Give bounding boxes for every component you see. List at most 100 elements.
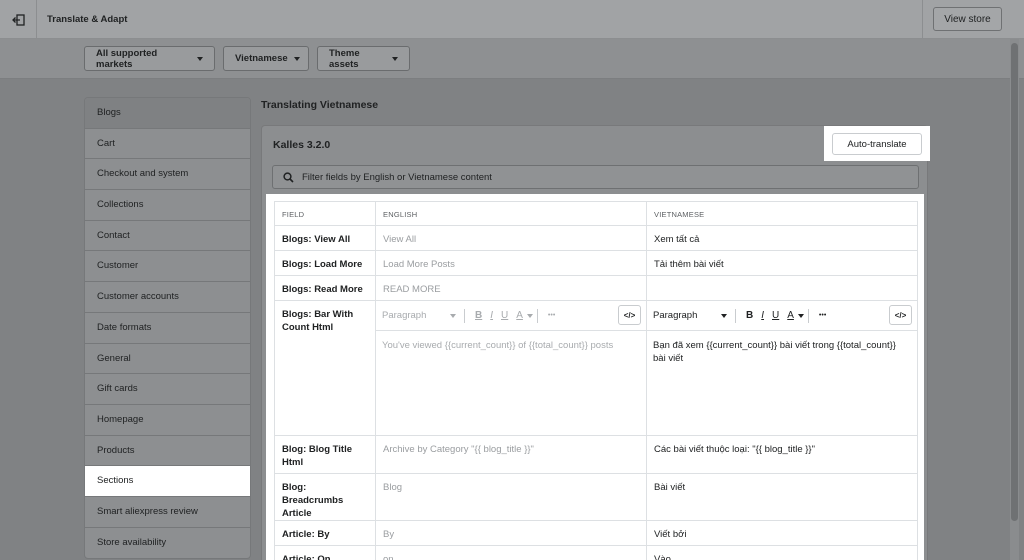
- sidebar-item-store-availability[interactable]: Store availability: [85, 528, 250, 559]
- sidebar-item-sections[interactable]: Sections: [85, 466, 250, 497]
- column-header-english: ENGLISH: [375, 201, 647, 226]
- paragraph-select-label: Paragraph: [653, 310, 698, 321]
- vietnamese-input[interactable]: Xem tất cả: [646, 225, 918, 251]
- caret-down-icon: [197, 56, 203, 61]
- english-value: You've viewed {{current_count}} of {{tot…: [382, 340, 614, 351]
- translation-table-panel: FIELD ENGLISH VIETNAMESE Blogs: View All…: [266, 194, 924, 560]
- sidebar-item-collections[interactable]: Collections: [85, 190, 250, 221]
- english-value: Load More Posts: [375, 250, 647, 276]
- language-dropdown[interactable]: Vietnamese: [223, 46, 309, 71]
- view-store-button[interactable]: View store: [933, 7, 1002, 31]
- app-title: Translate & Adapt: [47, 14, 128, 25]
- caret-down-icon: [293, 56, 300, 61]
- topbar-right-section: View store: [922, 0, 1024, 39]
- caret-down-icon: [450, 313, 456, 318]
- bold-button: B: [475, 310, 483, 321]
- markets-dropdown[interactable]: All supported markets: [84, 46, 215, 71]
- english-value: By: [375, 520, 647, 546]
- italic-button: I: [490, 310, 494, 321]
- table-row: Blogs: Read More READ MORE: [274, 275, 918, 301]
- auto-translate-button[interactable]: Auto-translate: [832, 133, 922, 155]
- underline-button: U: [501, 310, 509, 321]
- translation-table: FIELD ENGLISH VIETNAMESE Blogs: View All…: [274, 201, 918, 560]
- english-value: Archive by Category "{{ blog_title }}": [375, 435, 647, 474]
- scrollbar-thumb[interactable]: [1011, 43, 1018, 521]
- editor-toolbar: Paragraph B I U A ••• </>: [376, 301, 646, 331]
- field-name: Blog: Blog Title Html: [274, 435, 376, 474]
- caret-down-icon: [721, 313, 727, 318]
- resource-sidebar: Blogs Cart Checkout and system Collectio…: [84, 97, 251, 560]
- search-input[interactable]: Filter fields by English or Vietnamese c…: [272, 165, 919, 189]
- code-view-button[interactable]: </>: [889, 305, 912, 325]
- vietnamese-input[interactable]: Bạn đã xem {{current_count}} bài viết tr…: [647, 331, 917, 435]
- caret-down-icon[interactable]: [797, 313, 804, 318]
- toolbar-divider: [735, 308, 736, 323]
- table-row: Blogs: Bar With Count Html Paragraph B I…: [274, 300, 918, 436]
- markets-dropdown-label: All supported markets: [96, 47, 158, 70]
- text-color-button[interactable]: A: [787, 309, 794, 322]
- search-icon: [283, 171, 294, 183]
- sidebar-item-contact[interactable]: Contact: [85, 221, 250, 252]
- filter-bar: All supported markets Vietnamese Theme a…: [0, 39, 1024, 79]
- vietnamese-input[interactable]: Viết bởi: [646, 520, 918, 546]
- table-row: Article: On on Vào: [274, 545, 918, 560]
- sidebar-item-checkout-and-system[interactable]: Checkout and system: [85, 159, 250, 191]
- search-placeholder: Filter fields by English or Vietnamese c…: [302, 171, 492, 183]
- resource-dropdown[interactable]: Theme assets: [317, 46, 410, 71]
- exit-icon: [11, 13, 25, 26]
- auto-translate-highlight: Auto-translate: [824, 126, 930, 161]
- vietnamese-input[interactable]: Bài viết: [646, 473, 918, 521]
- english-rich-text-editor: Paragraph B I U A ••• </> You've viewed …: [375, 300, 647, 436]
- vietnamese-input[interactable]: Vào: [646, 545, 918, 560]
- bold-button[interactable]: B: [746, 309, 753, 322]
- table-row: Blogs: Load More Load More Posts Tải thê…: [274, 250, 918, 276]
- english-value: View All: [375, 225, 647, 251]
- language-dropdown-label: Vietnamese: [235, 53, 288, 64]
- paragraph-select: Paragraph: [382, 309, 464, 322]
- sidebar-item-blogs[interactable]: Blogs: [85, 98, 250, 129]
- english-value: Blog: [375, 473, 647, 521]
- field-name: Blogs: Bar With Count Html: [274, 300, 376, 436]
- paragraph-select[interactable]: Paragraph: [653, 309, 735, 322]
- table-row: Blog: Breadcrumbs Article Blog Bài viết: [274, 473, 918, 521]
- toolbar-divider: [536, 308, 538, 323]
- toolbar-divider: [807, 308, 809, 323]
- more-options-icon[interactable]: •••: [819, 309, 826, 322]
- vietnamese-input[interactable]: [646, 275, 918, 301]
- sidebar-item-products[interactable]: Products: [85, 436, 250, 467]
- sidebar-item-cart[interactable]: Cart: [85, 129, 250, 160]
- field-name: Article: By: [274, 520, 376, 546]
- sidebar-item-customer-accounts[interactable]: Customer accounts: [85, 282, 250, 313]
- table-row: Blogs: View All View All Xem tất cả: [274, 225, 918, 251]
- sidebar-item-customer[interactable]: Customer: [85, 251, 250, 283]
- sidebar-item-homepage[interactable]: Homepage: [85, 405, 250, 436]
- sidebar-item-general[interactable]: General: [85, 344, 250, 375]
- vietnamese-rich-text-editor[interactable]: Paragraph B I U A ••• </> Bạn đã xem {{c…: [646, 300, 918, 436]
- resource-dropdown-label: Theme assets: [329, 47, 360, 70]
- table-header-row: FIELD ENGLISH VIETNAMESE: [274, 201, 918, 226]
- english-value: READ MORE: [375, 275, 647, 301]
- theme-name: Kalles 3.2.0: [273, 139, 331, 151]
- field-name: Blogs: Read More: [274, 275, 376, 301]
- vietnamese-input[interactable]: Các bài viết thuộc loại: "{{ blog_title …: [646, 435, 918, 474]
- exit-button[interactable]: [0, 0, 37, 39]
- sidebar-item-smart-aliexpress-review[interactable]: Smart aliexpress review: [85, 497, 250, 528]
- sidebar-item-date-formats[interactable]: Date formats: [85, 313, 250, 344]
- field-name: Blogs: View All: [274, 225, 376, 251]
- column-header-field: FIELD: [274, 201, 376, 226]
- italic-button[interactable]: I: [761, 309, 764, 322]
- field-name: Blogs: Load More: [274, 250, 376, 276]
- top-bar: Translate & Adapt View store: [0, 0, 1024, 39]
- vietnamese-input[interactable]: Tải thêm bài viết: [646, 250, 918, 276]
- more-options-icon: •••: [547, 312, 556, 319]
- caret-down-icon: [392, 56, 398, 61]
- toolbar-divider: [464, 308, 465, 323]
- column-header-vietnamese: VIETNAMESE: [646, 201, 918, 226]
- code-view-button[interactable]: </>: [618, 305, 641, 325]
- table-row: Blog: Blog Title Html Archive by Categor…: [274, 435, 918, 474]
- underline-button[interactable]: U: [772, 309, 779, 322]
- paragraph-select-label: Paragraph: [382, 310, 427, 321]
- sidebar-item-gift-cards[interactable]: Gift cards: [85, 374, 250, 405]
- page-scrollbar[interactable]: [1010, 39, 1019, 560]
- page-title: Translating Vietnamese: [261, 99, 379, 111]
